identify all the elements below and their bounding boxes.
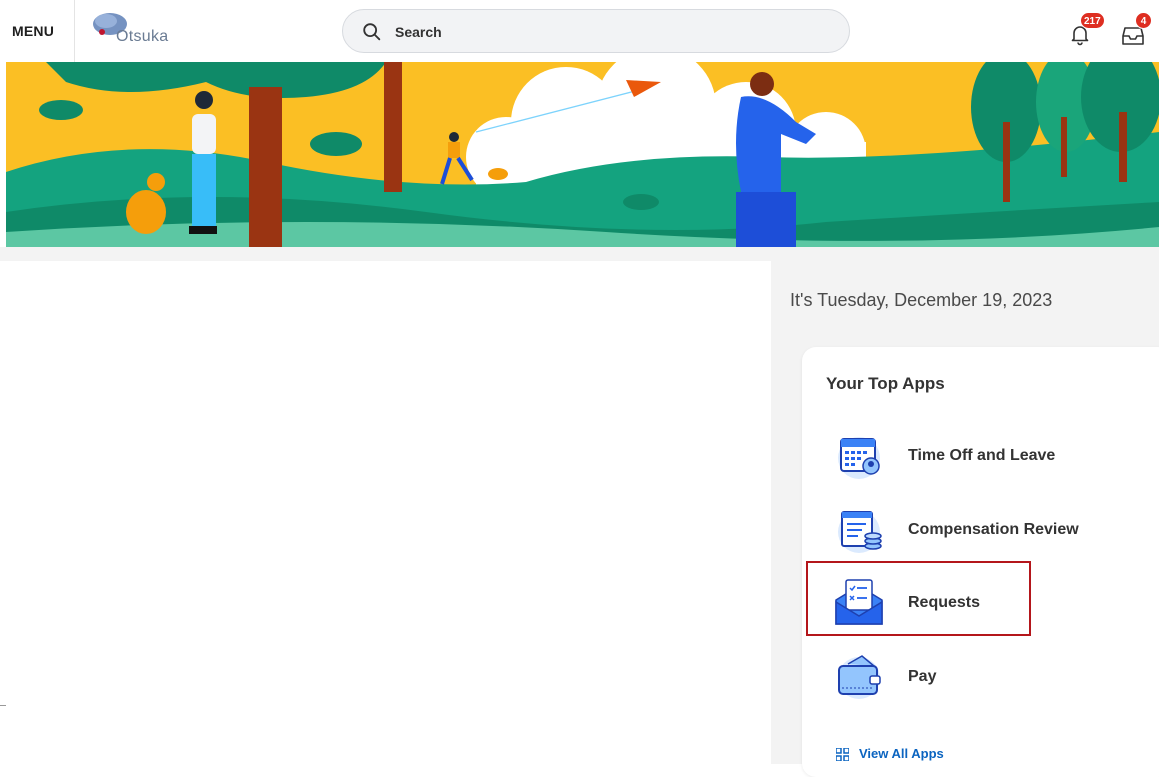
app-label: Compensation Review <box>908 521 1079 538</box>
wallet-icon <box>838 655 881 699</box>
notifications-badge: 217 <box>1080 12 1105 29</box>
app-pay[interactable]: Pay <box>826 648 1146 704</box>
top-apps-title: Your Top Apps <box>826 374 945 393</box>
content-band <box>0 247 1159 261</box>
app-label: Pay <box>908 668 937 685</box>
app-compensation-review[interactable]: Compensation Review <box>826 502 1146 558</box>
inbox-button[interactable]: 4 <box>1120 12 1154 48</box>
search-bar[interactable] <box>342 9 850 53</box>
compensation-icon <box>838 511 882 553</box>
hero-banner <box>6 62 1159 247</box>
search-input[interactable] <box>393 20 817 44</box>
top-header: MENU Otsuka 217 4 <box>0 0 1159 62</box>
view-all-apps-label: View All Apps <box>859 746 944 761</box>
app-label: Time Off and Leave <box>908 447 1056 464</box>
date-greeting: It's Tuesday, December 19, 2023 <box>790 290 1053 310</box>
park-illustration <box>6 62 1159 247</box>
otsuka-logo[interactable]: Otsuka <box>88 10 198 50</box>
app-time-off-and-leave[interactable]: Time Off and Leave <box>826 428 1146 484</box>
grid-icon <box>836 748 849 761</box>
header-divider <box>74 0 75 62</box>
notifications-button[interactable]: 217 <box>1066 12 1105 48</box>
logo-text: Otsuka <box>116 28 169 45</box>
search-icon <box>363 23 381 41</box>
menu-button[interactable]: MENU <box>12 23 54 39</box>
left-edge-marker <box>0 705 6 706</box>
calendar-icon <box>838 437 880 479</box>
inbox-badge: 4 <box>1135 12 1152 29</box>
requests-highlight-box <box>806 561 1031 636</box>
